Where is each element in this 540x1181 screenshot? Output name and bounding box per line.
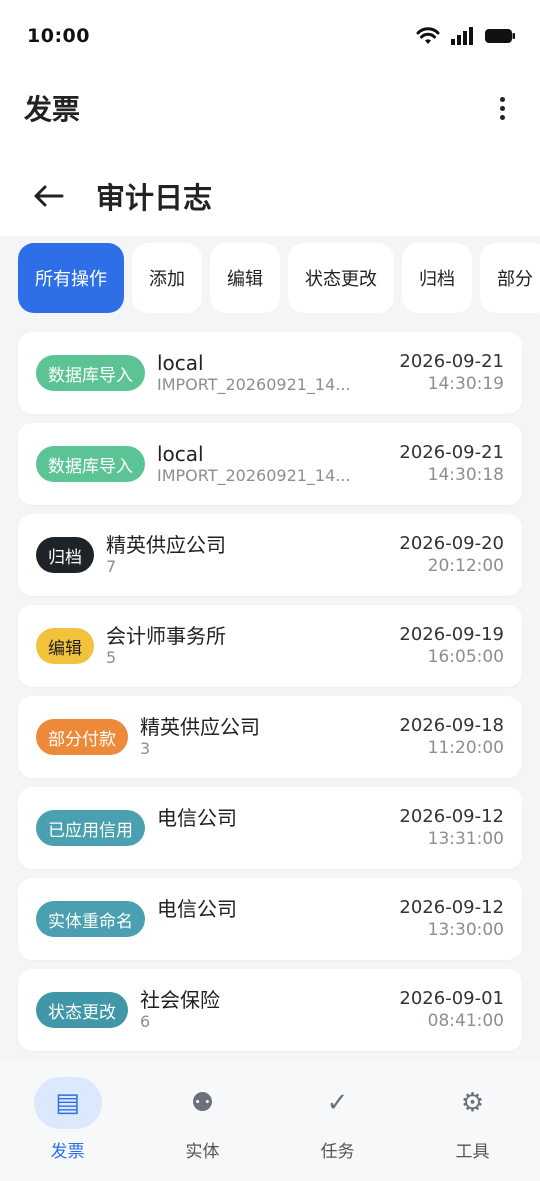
log-main: 电信公司 (157, 806, 389, 850)
log-detail: IMPORT_20260921_14... (157, 466, 351, 485)
log-timestamp: 2026-09-21 14:30:18 (399, 442, 504, 486)
nav-label: 工具 (455, 1142, 490, 1162)
log-main: 精英供应公司 3 (140, 715, 389, 759)
action-badge: 数据库导入 (36, 446, 145, 482)
action-badge: 归档 (36, 537, 94, 573)
more-options-icon[interactable] (490, 88, 514, 128)
check-icon: ✓ (326, 1088, 349, 1118)
log-time: 16:05:00 (427, 647, 504, 667)
log-detail: 6 (140, 1012, 151, 1031)
nav-item-tools[interactable]: ⚙ 工具 (413, 1077, 533, 1181)
log-time: 13:30:00 (427, 920, 504, 940)
log-time: 13:31:00 (427, 829, 504, 849)
log-date: 2026-09-01 (399, 988, 504, 1009)
log-timestamp: 2026-09-01 08:41:00 (399, 988, 504, 1032)
log-timestamp: 2026-09-19 16:05:00 (399, 624, 504, 668)
log-time: 14:30:18 (427, 465, 504, 485)
log-main: 电信公司 (157, 897, 389, 941)
filter-chip[interactable]: 添加 (132, 243, 202, 313)
status-bar: 10:00 (0, 0, 540, 72)
log-main: 精英供应公司 7 (106, 533, 389, 577)
log-time: 14:30:19 (427, 374, 504, 394)
action-badge: 实体重命名 (36, 901, 145, 937)
log-date: 2026-09-19 (399, 624, 504, 645)
log-date: 2026-09-12 (399, 897, 504, 918)
signal-icon (451, 27, 473, 45)
status-icons (416, 26, 516, 46)
log-main: local IMPORT_20260921_14... (157, 351, 389, 395)
entity-icon: ⚉ (190, 1088, 215, 1118)
wifi-icon (416, 27, 440, 44)
log-entity: 社会保险 (140, 988, 220, 1012)
action-badge: 数据库导入 (36, 355, 145, 391)
nav-label: 实体 (185, 1142, 220, 1162)
nav-label: 发票 (50, 1142, 85, 1162)
page-header: 审计日志 (0, 158, 540, 234)
log-entry[interactable]: 部分付款 精英供应公司 3 2026-09-18 11:20:00 (18, 696, 522, 778)
log-entry[interactable]: 数据库导入 local IMPORT_20260921_14... 2026-09-2… (18, 332, 522, 414)
bottom-navigation: ▤ 发票 ⚉ 实体 ✓ 任务 ⚙ 工具 (0, 1061, 540, 1181)
invoice-icon: ▤ (33, 1077, 102, 1129)
nav-item-check[interactable]: ✓ 任务 (278, 1077, 398, 1181)
log-detail (157, 921, 373, 941)
action-badge: 状态更改 (36, 992, 128, 1028)
log-time: 20:12:00 (427, 556, 504, 576)
nav-label: 任务 (320, 1142, 355, 1162)
filter-chip[interactable]: 归档 (402, 243, 472, 313)
log-entry[interactable]: 实体重命名 电信公司 2026-09-12 13:30:00 (18, 878, 522, 960)
filter-chip[interactable]: 编辑 (210, 243, 280, 313)
log-entry[interactable]: 已应用信用 电信公司 2026-09-12 13:31:00 (18, 787, 522, 869)
action-badge: 已应用信用 (36, 810, 145, 846)
filter-chips: 所有操作 添加 编辑 状态更改 归档 部分 (18, 243, 540, 313)
log-main: local IMPORT_20260921_14... (157, 442, 389, 486)
log-entity: local (157, 351, 204, 375)
log-date: 2026-09-21 (399, 442, 504, 463)
back-arrow-icon[interactable] (30, 178, 66, 214)
status-time: 10:00 (27, 25, 90, 47)
tools-icon: ⚙ (460, 1088, 485, 1118)
log-date: 2026-09-12 (399, 806, 504, 827)
nav-item-invoice[interactable]: ▤ 发票 (8, 1077, 128, 1181)
action-badge: 编辑 (36, 628, 94, 664)
filter-chip[interactable]: 所有操作 (18, 243, 124, 313)
filter-chip[interactable]: 状态更改 (288, 243, 394, 313)
log-date: 2026-09-21 (399, 351, 504, 372)
log-entity: 电信公司 (157, 897, 237, 921)
log-detail: 5 (106, 648, 117, 667)
log-entry[interactable]: 数据库导入 local IMPORT_20260921_14... 2026-09-2… (18, 423, 522, 505)
log-date: 2026-09-20 (399, 533, 504, 554)
log-time: 11:20:00 (427, 738, 504, 758)
audit-log-list: 数据库导入 local IMPORT_20260921_14... 2026-09-2… (18, 332, 522, 1060)
log-detail: 3 (140, 739, 151, 758)
log-timestamp: 2026-09-18 11:20:00 (399, 715, 504, 759)
log-main: 社会保险 6 (140, 988, 389, 1032)
log-entry[interactable]: 状态更改 社会保险 6 2026-09-01 08:41:00 (18, 969, 522, 1051)
log-timestamp: 2026-09-12 13:31:00 (399, 806, 504, 850)
filter-chip[interactable]: 部分 (480, 243, 540, 313)
log-entity: 电信公司 (157, 806, 237, 830)
log-timestamp: 2026-09-20 20:12:00 (399, 533, 504, 577)
log-main: 会计师事务所 5 (106, 624, 389, 668)
content-area: 所有操作 添加 编辑 状态更改 归档 部分 数据库导入 local IMPORT_202609… (0, 236, 540, 1061)
nav-item-entity[interactable]: ⚉ 实体 (143, 1077, 263, 1181)
log-timestamp: 2026-09-12 13:30:00 (399, 897, 504, 941)
log-entity: 精英供应公司 (140, 715, 260, 739)
log-detail: 7 (106, 557, 117, 576)
log-entity: local (157, 442, 204, 466)
log-timestamp: 2026-09-21 14:30:19 (399, 351, 504, 395)
log-entry[interactable]: 编辑 会计师事务所 5 2026-09-19 16:05:00 (18, 605, 522, 687)
log-time: 08:41:00 (427, 1011, 504, 1031)
action-badge: 部分付款 (36, 719, 128, 755)
log-detail (157, 830, 373, 850)
battery-icon (485, 29, 515, 43)
page-title: 审计日志 (96, 181, 213, 215)
log-entity: 会计师事务所 (106, 624, 226, 648)
app-bar: 发票 (0, 72, 540, 144)
log-entry[interactable]: 归档 精英供应公司 7 2026-09-20 20:12:00 (18, 514, 522, 596)
log-detail: IMPORT_20260921_14... (157, 375, 351, 394)
app-title: 发票 (24, 93, 81, 126)
log-entity: 精英供应公司 (106, 533, 226, 557)
log-date: 2026-09-18 (399, 715, 504, 736)
